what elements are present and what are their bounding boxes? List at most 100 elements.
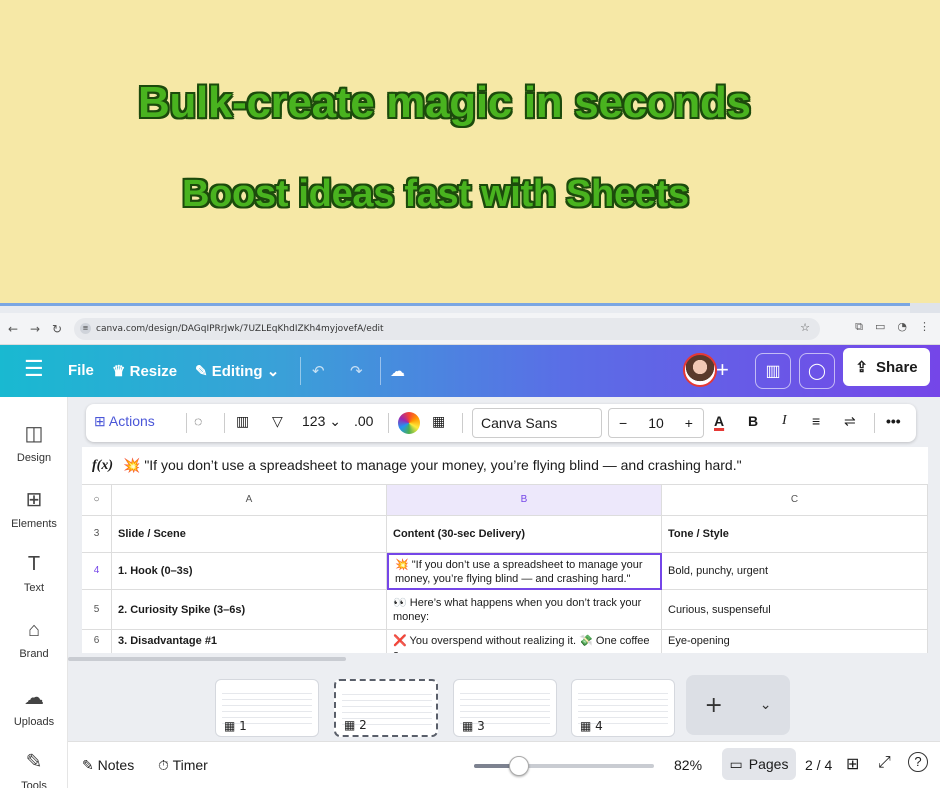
table-cell[interactable]: Content (30-sec Delivery) xyxy=(387,516,662,553)
page-thumb-4[interactable]: ▦ 4 xyxy=(571,679,675,737)
back-icon[interactable]: ← xyxy=(4,322,22,336)
divider xyxy=(380,357,381,385)
redo-icon[interactable]: ↷ xyxy=(350,362,363,380)
promo-subheadline: Boost ideas fast with Sheets xyxy=(182,173,689,215)
divider xyxy=(462,413,463,433)
page-thumb-2[interactable]: ▦ 2 xyxy=(334,679,438,737)
sidebar-item-tools[interactable]: ✎ Tools xyxy=(0,749,68,788)
pages-button[interactable]: ▭ Pages xyxy=(722,748,796,780)
table-cell[interactable]: Slide / Scene xyxy=(112,516,387,553)
decimals-button[interactable]: .00 xyxy=(354,413,373,429)
row-header[interactable]: 3 xyxy=(82,516,112,553)
cloud-save-icon[interactable]: ☁ xyxy=(390,362,405,380)
chevron-down-icon[interactable]: ⌄ xyxy=(760,697,772,713)
reload-icon[interactable]: ↻ xyxy=(48,322,66,336)
grid-view-icon[interactable]: ⊞ xyxy=(846,754,859,774)
table-grid-icon[interactable]: ▦ xyxy=(432,413,445,430)
hamburger-menu-icon[interactable]: ☰ xyxy=(24,358,44,380)
timer-button[interactable]: ⏱ Timer xyxy=(158,757,208,774)
column-header-a[interactable]: A xyxy=(112,485,387,516)
sidebar-item-design[interactable]: ◫ Design xyxy=(0,421,68,464)
comment-icon[interactable]: ◯ xyxy=(799,353,835,389)
actions-button[interactable]: ⊞ Actions xyxy=(94,413,155,430)
page-thumb-1[interactable]: ▦ 1 xyxy=(215,679,319,737)
select-all-corner[interactable]: ○ xyxy=(82,485,112,516)
column-header-c[interactable]: C xyxy=(662,485,928,516)
tab-search-icon[interactable]: ▭ xyxy=(875,320,885,334)
sidebar-item-uploads[interactable]: ☁ Uploads xyxy=(0,685,68,728)
formula-bar[interactable]: f(x) 💥 "If you don’t use a spreadsheet t… xyxy=(82,447,928,485)
sidebar-item-brand[interactable]: ⌂ Brand xyxy=(0,619,68,660)
text-color-icon[interactable]: A xyxy=(714,413,724,429)
bookmark-icon[interactable]: ☆ xyxy=(800,321,810,334)
profile-icon[interactable]: ◔ xyxy=(897,320,907,334)
italic-icon[interactable]: I xyxy=(782,413,787,429)
page-thumb-3[interactable]: ▦ 3 xyxy=(453,679,557,737)
font-size-stepper[interactable]: − 10 + xyxy=(608,408,704,438)
divider xyxy=(874,413,875,433)
zoom-slider-handle[interactable] xyxy=(509,756,529,776)
page-number: ▦ 4 xyxy=(580,719,603,733)
file-menu[interactable]: File xyxy=(68,362,94,379)
sidebar-item-elements[interactable]: ⊞ Elements xyxy=(0,487,68,530)
notes-icon: ✎ xyxy=(82,757,94,773)
share-label: Share xyxy=(875,358,918,376)
filter-icon[interactable]: ▽ xyxy=(272,413,283,430)
extensions-icon[interactable]: ⧉ xyxy=(855,320,863,334)
share-button[interactable]: ⇪ Share xyxy=(843,348,930,386)
sidebar-item-text[interactable]: T Text xyxy=(0,553,68,594)
row-header[interactable]: 5 xyxy=(82,590,112,630)
editing-dropdown[interactable]: ✎ Editing ⌄ xyxy=(195,362,279,380)
color-wheel-icon[interactable] xyxy=(398,412,420,434)
table-icon: ▦ xyxy=(462,719,474,733)
invite-plus-icon[interactable]: + xyxy=(716,357,729,383)
row-header[interactable]: 4 xyxy=(82,553,112,590)
help-icon[interactable]: ? xyxy=(908,752,928,772)
timer-icon: ⏱ xyxy=(158,757,169,773)
number-format-dropdown[interactable]: 123 ⌄ xyxy=(302,413,341,430)
horizontal-scrollbar[interactable] xyxy=(68,657,346,661)
fullscreen-icon[interactable]: ⤢ xyxy=(878,754,891,772)
wrap-text-icon[interactable]: ⇌ xyxy=(844,413,856,430)
table-icon: ▦ xyxy=(224,719,236,733)
chart-icon[interactable]: ▥ xyxy=(236,413,249,430)
zoom-slider[interactable] xyxy=(474,756,654,776)
zoom-level[interactable]: 82% xyxy=(674,757,702,773)
function-label: f(x) xyxy=(92,457,113,473)
table-cell[interactable]: 👀 Here’s what happens when you don’t tra… xyxy=(387,590,662,630)
address-bar[interactable]: ≡ canva.com/design/DAGqIPRrJwk/7UZLEqKhd… xyxy=(74,318,820,340)
align-icon[interactable]: ≡ xyxy=(812,413,820,429)
text-icon: T xyxy=(27,553,41,575)
column-header-b[interactable]: B xyxy=(387,485,662,516)
undo-icon[interactable]: ↶ xyxy=(312,362,325,380)
row-header[interactable]: 6 xyxy=(82,630,112,653)
add-page-button[interactable]: + ⌄ xyxy=(686,675,790,735)
sidebar-label: Brand xyxy=(19,648,49,660)
magic-chat-icon[interactable]: ◌ xyxy=(194,413,202,429)
site-info-icon[interactable]: ≡ xyxy=(80,323,91,334)
more-options-icon[interactable]: ••• xyxy=(886,413,901,429)
table-cell[interactable]: ❌ You overspend without realizing it. 💸 … xyxy=(387,630,662,653)
table-cell[interactable]: 1. Hook (0–3s) xyxy=(112,553,387,590)
table-cell[interactable]: Curious, suspenseful xyxy=(662,590,928,630)
increase-icon[interactable]: + xyxy=(685,415,693,431)
forward-icon[interactable]: → xyxy=(26,322,44,336)
table-cell[interactable]: 3. Disadvantage #1 xyxy=(112,630,387,653)
browser-menu-icon[interactable]: ⋮ xyxy=(919,320,930,334)
table-cell[interactable]: 2. Curiosity Spike (3–6s) xyxy=(112,590,387,630)
user-avatar[interactable] xyxy=(683,353,717,387)
table-cell[interactable]: Eye-opening xyxy=(662,630,928,653)
selected-cell[interactable]: 💥 "If you don’t use a spreadsheet to man… xyxy=(387,553,662,590)
insights-chart-icon[interactable]: ▥ xyxy=(755,353,791,389)
table-cell[interactable]: Bold, punchy, urgent xyxy=(662,553,928,590)
decrease-icon[interactable]: − xyxy=(619,415,627,431)
page-counter: 2 / 4 xyxy=(805,757,833,773)
notes-button[interactable]: ✎ Notes xyxy=(82,757,134,774)
bold-icon[interactable]: B xyxy=(748,413,758,429)
resize-button[interactable]: ♛ Resize xyxy=(112,362,177,380)
browser-tab[interactable] xyxy=(0,303,910,313)
notes-label: Notes xyxy=(97,757,135,773)
table-cell[interactable]: Tone / Style xyxy=(662,516,928,553)
divider xyxy=(186,413,187,433)
font-family-select[interactable]: Canva Sans xyxy=(472,408,602,438)
